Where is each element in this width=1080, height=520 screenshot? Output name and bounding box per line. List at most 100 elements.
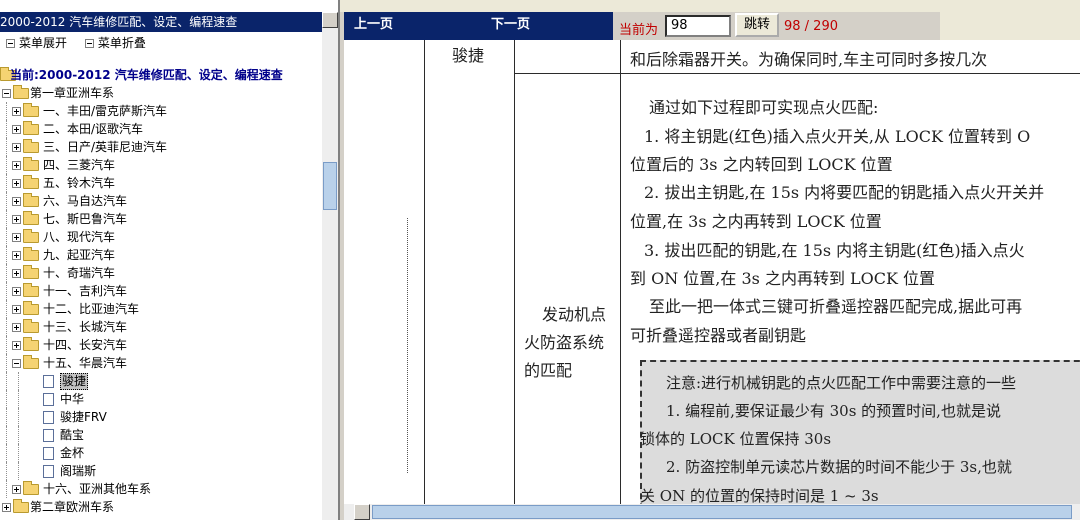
expand-node-icon: [12, 107, 21, 116]
folder-icon: [23, 139, 39, 153]
tree-node-label: 十、奇瑞汽车: [43, 266, 116, 280]
expand-node-icon: [12, 233, 21, 242]
chapter-label: 第二章欧洲车系: [30, 500, 115, 514]
tree-node-label: 五、铃木汽车: [43, 176, 116, 190]
tree-section[interactable]: 十四、长安汽车: [0, 336, 322, 354]
expand-all-label: 菜单展开: [19, 36, 68, 50]
row-label-line: 发动机点: [542, 305, 607, 324]
tree-guide-line: [6, 300, 7, 318]
tree-guide-line: [18, 462, 19, 480]
tree-section[interactable]: 三、日产/英菲尼迪汽车: [0, 138, 322, 156]
document-horizontal-scrollbar[interactable]: [344, 504, 1080, 520]
expand-node-icon: [12, 125, 21, 134]
tree-section[interactable]: 十、奇瑞汽车: [0, 264, 322, 282]
expand-all-button[interactable]: 菜单展开: [0, 34, 67, 52]
tree-node-label: 十五、华晨汽车: [43, 356, 128, 370]
tree-chapter-2[interactable]: 第二章欧洲车系: [0, 498, 322, 516]
document-icon: [43, 447, 54, 460]
tree-leaf[interactable]: 酷宝: [0, 426, 322, 444]
next-page-button[interactable]: 下一页: [491, 12, 530, 40]
scroll-thumb[interactable]: [323, 162, 337, 210]
folder-icon: [23, 481, 39, 495]
folder-icon: [23, 283, 39, 297]
tree-guide-line: [18, 390, 19, 408]
collapse-all-button[interactable]: 菜单折叠: [79, 34, 146, 52]
doc-line: 通过如下过程即可实现点火匹配:: [649, 98, 879, 117]
tree-section[interactable]: 十三、长城汽车: [0, 318, 322, 336]
expand-icon: [6, 39, 15, 48]
table-border: [514, 73, 1080, 74]
prev-page-button[interactable]: 上一页: [354, 12, 393, 40]
tree-node-label: 骏捷: [60, 373, 89, 390]
tree-section[interactable]: 二、本田/讴歌汽车: [0, 120, 322, 138]
tree-guide-line: [6, 462, 7, 480]
doc-line: 2. 拔出主钥匙,在 15s 内将要匹配的钥匙插入点火开关并: [644, 183, 1045, 202]
folder-icon: [23, 337, 39, 351]
tree-leaf[interactable]: 骏捷: [0, 372, 322, 390]
tree-guide-line: [6, 354, 7, 372]
tree-section[interactable]: 八、现代汽车: [0, 228, 322, 246]
table-border: [424, 40, 425, 504]
collapse-icon: [84, 39, 94, 48]
current-page-label: 当前为: [619, 23, 659, 38]
tree-leaf[interactable]: 金杯: [0, 444, 322, 462]
expand-node-icon: [12, 179, 21, 188]
tree-guide-line: [6, 336, 7, 354]
tree-section[interactable]: 六、马自达汽车: [0, 192, 322, 210]
collapse-all-label: 菜单折叠: [97, 36, 146, 50]
table-border: [620, 40, 621, 504]
document-icon: [43, 393, 54, 406]
tree-node-label: 十四、长安汽车: [43, 338, 128, 352]
tree-section[interactable]: 十二、比亚迪汽车: [0, 300, 322, 318]
tree-section[interactable]: 七、斯巴鲁汽车: [0, 210, 322, 228]
expand-node-icon: [12, 305, 21, 314]
jump-button[interactable]: 跳转: [735, 13, 779, 37]
tree-guide-line: [6, 282, 7, 300]
tree-section[interactable]: 十六、亚洲其他车系: [0, 480, 322, 498]
expand-node-icon: [12, 341, 21, 350]
note-line: 2. 防盗控制单元读芯片数据的时间不能少于 3s,也就: [666, 458, 1012, 476]
folder-icon: [23, 175, 39, 189]
folder-icon: [23, 121, 39, 135]
tree-leaf[interactable]: 中华: [0, 390, 322, 408]
model-cell: 骏捷: [452, 46, 485, 65]
window-top-strip: [340, 0, 1080, 12]
tree-guide-line: [18, 408, 19, 426]
doc-line: 到 ON 位置,在 3s 之内再转到 LOCK 位置: [630, 269, 936, 288]
expand-node-icon: [12, 197, 21, 206]
book-tree: 当前:2000-2012 汽车维修匹配、设定、编程速查 第一章亚洲车系 一、丰田…: [0, 66, 322, 520]
folder-icon: [23, 247, 39, 261]
tree-node-label: 阁瑞斯: [60, 464, 97, 478]
tree-guide-line: [6, 120, 7, 138]
scroll-thumb[interactable]: [372, 505, 1072, 519]
tree-vertical-scrollbar[interactable]: [322, 12, 338, 520]
tree-section[interactable]: 四、三菱汽车: [0, 156, 322, 174]
page-jump-widget: 当前为 98 跳转 98 / 290: [613, 12, 940, 40]
tree-leaf[interactable]: 阁瑞斯: [0, 462, 322, 480]
expand-node-icon: [12, 215, 21, 224]
document-icon: [43, 375, 54, 388]
row-label-line: 火防盗系统: [524, 333, 605, 352]
folder-icon: [23, 301, 39, 315]
note-line: 关 ON 的位置的保持时间是 1 ~ 3s: [640, 487, 879, 504]
page-number-input[interactable]: 98: [665, 15, 731, 37]
tree-node-label: 十三、长城汽车: [43, 320, 128, 334]
tree-node-label: 九、起亚汽车: [43, 248, 116, 262]
scroll-up-button[interactable]: [322, 12, 338, 28]
tree-guide-line: [6, 444, 7, 462]
tree-section[interactable]: 十一、吉利汽车: [0, 282, 322, 300]
tree-guide-line: [6, 390, 7, 408]
tree-node-label: 七、斯巴鲁汽车: [43, 212, 128, 226]
tree-section[interactable]: 九、起亚汽车: [0, 246, 322, 264]
tree-section[interactable]: 五、铃木汽车: [0, 174, 322, 192]
tree-root[interactable]: 当前:2000-2012 汽车维修匹配、设定、编程速查: [0, 66, 322, 84]
tree-chapter-1[interactable]: 第一章亚洲车系: [0, 84, 322, 102]
doc-line: 1. 将主钥匙(红色)插入点火开关,从 LOCK 位置转到 O: [644, 127, 1031, 146]
scroll-left-button[interactable]: [354, 504, 370, 520]
tree-section[interactable]: 十五、华晨汽车: [0, 354, 322, 372]
tree-guide-line: [6, 192, 7, 210]
tree-section[interactable]: 一、丰田/雷克萨斯汽车: [0, 102, 322, 120]
navigation-tree-pane: 2000-2012 汽车维修匹配、设定、编程速查 菜单展开 菜单折叠 当前:20…: [0, 0, 340, 520]
folder-open-icon: [23, 355, 39, 369]
tree-leaf[interactable]: 骏捷FRV: [0, 408, 322, 426]
